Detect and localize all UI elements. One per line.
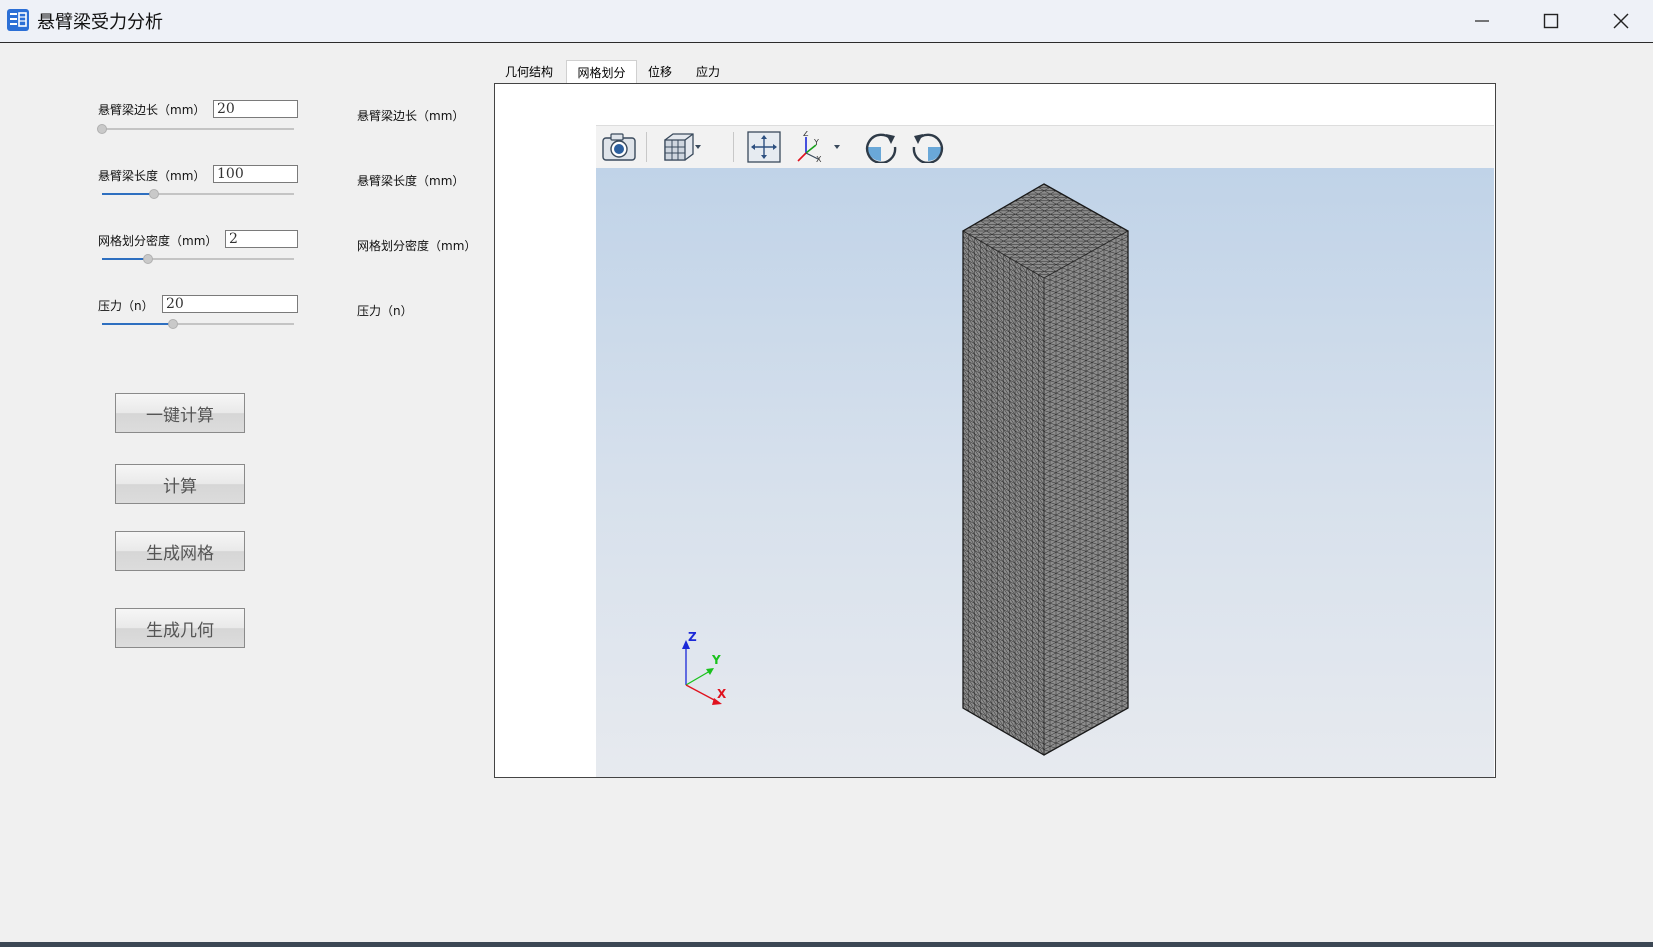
- triad-y-label: Y: [711, 653, 721, 667]
- slider-track: [102, 128, 294, 130]
- view-cube-icon[interactable]: [662, 131, 702, 163]
- compute-button[interactable]: 计算: [115, 464, 245, 504]
- mesh-density-input[interactable]: [225, 230, 298, 248]
- result-label-side-length: 悬臂梁边长（mm）: [357, 109, 465, 123]
- slider-fill: [102, 258, 149, 260]
- maximize-icon: [1543, 13, 1559, 29]
- svg-text:Z: Z: [803, 131, 809, 138]
- mesh-density-slider[interactable]: [102, 252, 294, 266]
- pressure-input[interactable]: [162, 295, 298, 313]
- rotate-ccw-icon[interactable]: [911, 131, 945, 163]
- side-length-slider[interactable]: [97, 122, 294, 136]
- slider-thumb[interactable]: [97, 124, 107, 134]
- triad-x-label: X: [717, 687, 727, 701]
- viewer-toolbar: Z Y X: [596, 125, 1494, 169]
- close-icon: [1613, 13, 1629, 29]
- param-label-pressure: 压力（n）: [98, 299, 154, 313]
- tab-displacement[interactable]: 位移: [640, 60, 680, 84]
- pressure-slider[interactable]: [102, 317, 294, 331]
- minimize-button[interactable]: [1447, 0, 1517, 42]
- one-click-compute-button[interactable]: 一键计算: [115, 393, 245, 433]
- toolbar-separator: [646, 132, 647, 162]
- param-label-side-length: 悬臂梁边长（mm）: [98, 103, 206, 117]
- generate-geometry-button[interactable]: 生成几何: [115, 608, 245, 648]
- tab-stress[interactable]: 应力: [688, 60, 728, 84]
- minimize-icon: [1475, 20, 1489, 22]
- rotate-cw-icon[interactable]: [864, 131, 898, 163]
- toolbar-separator: [733, 132, 734, 162]
- slider-thumb[interactable]: [168, 319, 179, 329]
- window-title: 悬臂梁受力分析: [37, 12, 163, 33]
- slider-thumb[interactable]: [148, 189, 159, 199]
- slider-thumb[interactable]: [143, 254, 154, 264]
- 3d-viewport[interactable]: Z Y X: [596, 168, 1494, 777]
- generate-mesh-button[interactable]: 生成网格: [115, 531, 245, 571]
- app-icon: [7, 9, 29, 31]
- param-label-mesh-density: 网格划分密度（mm）: [98, 234, 218, 248]
- side-length-input[interactable]: [213, 100, 298, 118]
- length-slider[interactable]: [102, 187, 294, 201]
- result-label-mesh-density: 网格划分密度（mm）: [357, 239, 477, 253]
- tab-geometry[interactable]: 几何结构: [495, 60, 563, 84]
- close-button[interactable]: [1586, 0, 1653, 42]
- taskbar-edge: [0, 942, 1653, 947]
- triad-z-label: Z: [688, 630, 697, 644]
- camera-icon[interactable]: [601, 131, 637, 163]
- length-input[interactable]: [213, 165, 298, 183]
- slider-fill: [102, 193, 154, 195]
- svg-text:Y: Y: [813, 138, 819, 147]
- tab-mesh[interactable]: 网格划分: [566, 60, 637, 84]
- axes-orientation-icon[interactable]: Z Y X: [794, 131, 846, 163]
- title-bar: 悬臂梁受力分析: [0, 0, 1653, 43]
- svg-text:X: X: [816, 155, 822, 163]
- param-label-length: 悬臂梁长度（mm）: [98, 169, 206, 183]
- slider-fill: [102, 323, 174, 325]
- fit-view-icon[interactable]: [747, 131, 781, 163]
- axis-triad-icon: Z Y X: [682, 630, 727, 705]
- result-label-length: 悬臂梁长度（mm）: [357, 174, 465, 188]
- maximize-button[interactable]: [1516, 0, 1586, 42]
- result-label-pressure: 压力（n）: [357, 304, 413, 318]
